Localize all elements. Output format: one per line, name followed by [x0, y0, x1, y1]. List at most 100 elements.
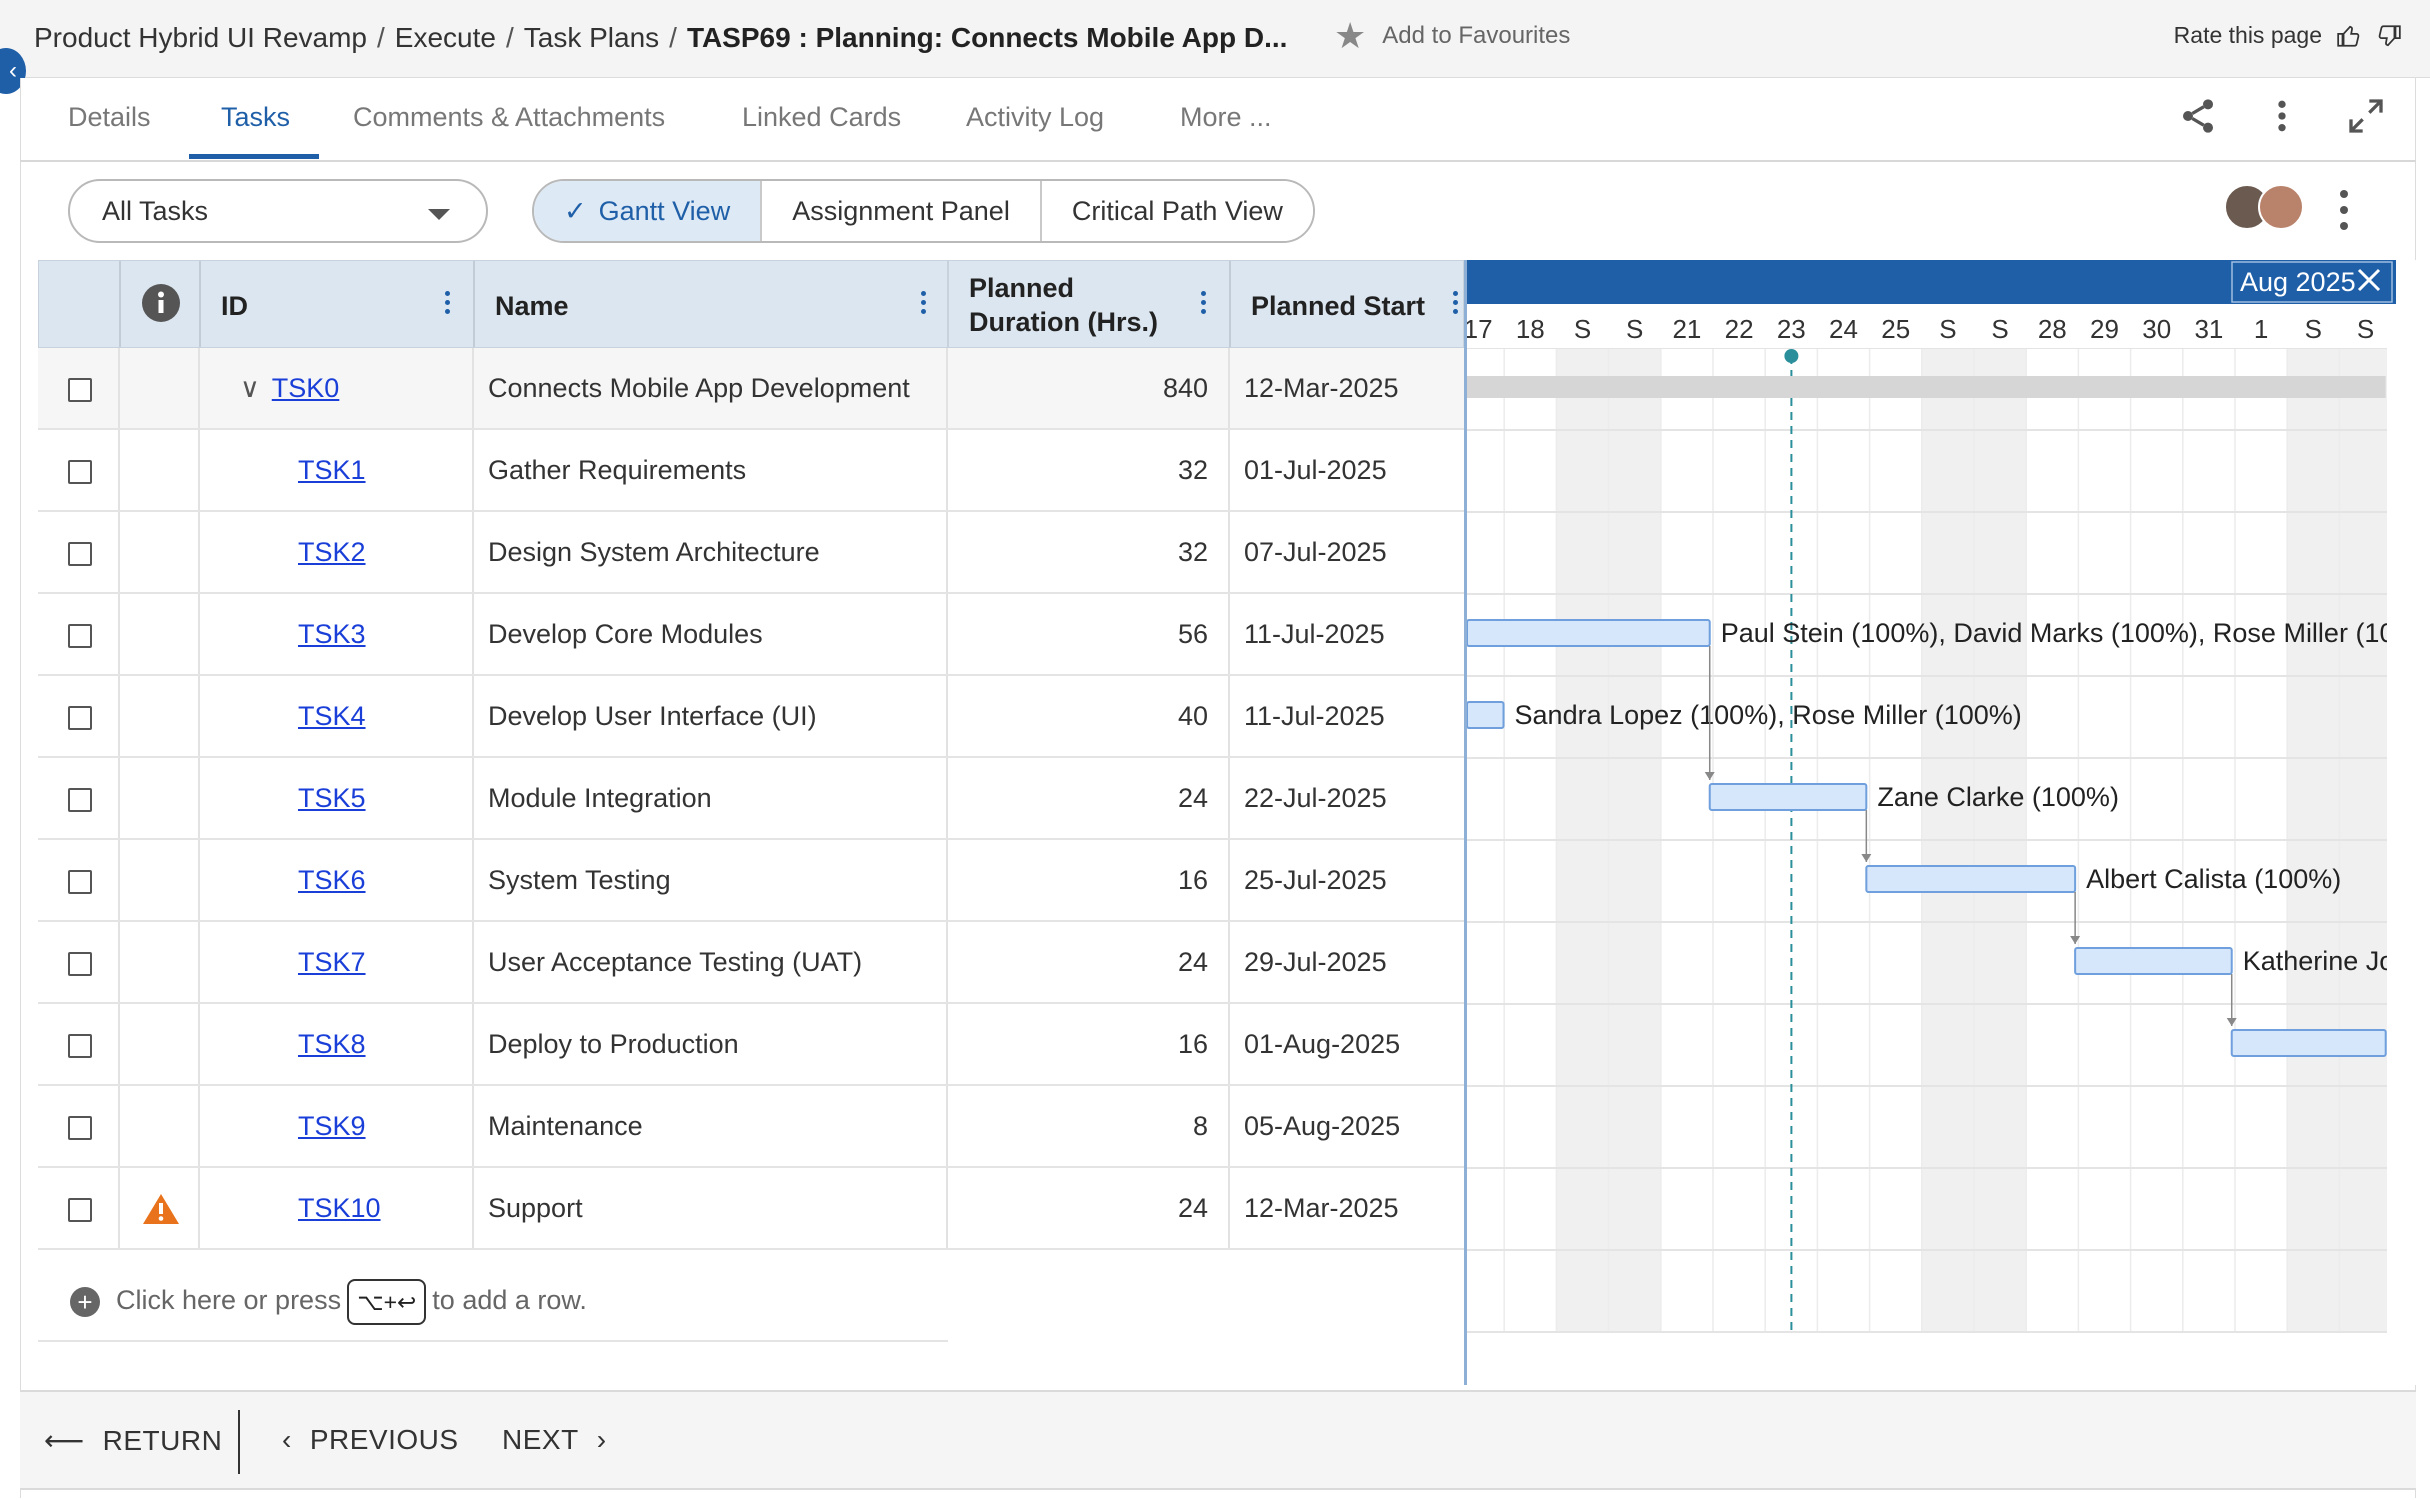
row-start-cell[interactable]: 22-Jul-2025	[1230, 758, 1464, 838]
expand-icon[interactable]	[2346, 96, 2386, 136]
row-duration-cell[interactable]: 16	[948, 840, 1230, 920]
table-row[interactable]: 24 22-Jul-2025	[948, 758, 1464, 840]
thumbs-down-icon[interactable]	[2376, 23, 2402, 49]
row-start-cell[interactable]: 05-Aug-2025	[1230, 1086, 1464, 1166]
task-id-link[interactable]: TSK5	[298, 783, 366, 813]
gantt-canvas[interactable]: Aug 2025 17 18 S S 21 22 23 24 25 S S 28 29 30 31 1 S S Pau…	[1467, 260, 2396, 1385]
return-button[interactable]: ⟵ RETURN	[44, 1424, 222, 1457]
assignee-avatars[interactable]	[2224, 184, 2308, 236]
header-planned-start[interactable]: Planned Start	[1231, 261, 1465, 347]
row-duration-cell[interactable]: 40	[948, 676, 1230, 756]
row-duration-cell[interactable]: 840	[948, 348, 1230, 428]
row-start-cell[interactable]: 12-Mar-2025	[1230, 1168, 1464, 1248]
column-menu-icon[interactable]	[1201, 291, 1207, 315]
breadcrumb-item[interactable]: Task Plans	[524, 22, 659, 53]
previous-button[interactable]: ‹ PREVIOUS	[282, 1424, 459, 1456]
task-id-link[interactable]: TSK1	[298, 455, 366, 485]
row-duration-cell[interactable]: 32	[948, 512, 1230, 592]
tab-comments-attachments[interactable]: Comments & Attachments	[353, 102, 665, 162]
row-duration-cell[interactable]: 56	[948, 594, 1230, 674]
header-id[interactable]: ID	[201, 261, 475, 347]
row-name-cell[interactable]: Develop Core Modules	[474, 594, 948, 674]
row-checkbox[interactable]	[68, 952, 92, 976]
task-id-link[interactable]: TSK0	[272, 373, 340, 403]
task-bar[interactable]	[2230, 1029, 2387, 1057]
task-id-link[interactable]: TSK6	[298, 865, 366, 895]
row-start-cell[interactable]: 29-Jul-2025	[1230, 922, 1464, 1002]
row-name-cell[interactable]: Gather Requirements	[474, 430, 948, 510]
task-id-link[interactable]: TSK7	[298, 947, 366, 977]
table-row[interactable]: TSK3 Develop Core Modules	[38, 594, 948, 676]
tab-details[interactable]: Details	[68, 102, 151, 162]
row-start-cell[interactable]: 01-Aug-2025	[1230, 1004, 1464, 1084]
share-icon[interactable]	[2178, 96, 2218, 136]
table-row[interactable]: 24 29-Jul-2025	[948, 922, 1464, 1004]
row-checkbox[interactable]	[68, 788, 92, 812]
table-row[interactable]: TSK8 Deploy to Production	[38, 1004, 948, 1086]
row-checkbox[interactable]	[68, 1034, 92, 1058]
row-checkbox[interactable]	[68, 460, 92, 484]
critical-path-view-button[interactable]: Critical Path View	[1041, 181, 1313, 241]
table-row[interactable]: TSK10 Support	[38, 1168, 948, 1250]
add-row-hint[interactable]: + Click here or press ⌥+↩ to add a row.	[38, 1260, 948, 1342]
task-bar[interactable]	[1708, 783, 1868, 811]
row-duration-cell[interactable]: 32	[948, 430, 1230, 510]
row-name-cell[interactable]: Deploy to Production	[474, 1004, 948, 1084]
row-duration-cell[interactable]: 24	[948, 922, 1230, 1002]
row-checkbox[interactable]	[68, 378, 92, 402]
add-to-favourites-button[interactable]: ★ Add to Favourites	[1334, 18, 1570, 54]
table-row[interactable]: 32 01-Jul-2025	[948, 430, 1464, 512]
table-row[interactable]: TSK2 Design System Architecture	[38, 512, 948, 594]
row-name-cell[interactable]: Module Integration	[474, 758, 948, 838]
table-row[interactable]: ∨ TSK0 Connects Mobile App Development	[38, 348, 948, 430]
row-start-cell[interactable]: 11-Jul-2025	[1230, 594, 1464, 674]
row-checkbox[interactable]	[68, 624, 92, 648]
row-name-cell[interactable]: Design System Architecture	[474, 512, 948, 592]
row-duration-cell[interactable]: 8	[948, 1086, 1230, 1166]
task-id-link[interactable]: TSK4	[298, 701, 366, 731]
table-row[interactable]: 16 25-Jul-2025	[948, 840, 1464, 922]
row-name-cell[interactable]: Connects Mobile App Development	[474, 348, 948, 428]
task-id-link[interactable]: TSK8	[298, 1029, 366, 1059]
column-menu-icon[interactable]	[445, 291, 451, 315]
task-id-link[interactable]: TSK10	[298, 1193, 381, 1223]
task-bar[interactable]	[1467, 701, 1505, 729]
row-name-cell[interactable]: Support	[474, 1168, 948, 1248]
table-row[interactable]: TSK6 System Testing	[38, 840, 948, 922]
tab-tasks[interactable]: Tasks	[221, 102, 290, 162]
more-vertical-icon[interactable]	[2262, 96, 2302, 136]
table-row[interactable]: TSK7 User Acceptance Testing (UAT)	[38, 922, 948, 1004]
table-row[interactable]: 32 07-Jul-2025	[948, 512, 1464, 594]
row-name-cell[interactable]: Maintenance	[474, 1086, 948, 1166]
table-row[interactable]: 840 12-Mar-2025	[948, 348, 1464, 430]
row-start-cell[interactable]: 12-Mar-2025	[1230, 348, 1464, 428]
task-bar[interactable]	[1865, 865, 2077, 893]
table-row[interactable]: 24 12-Mar-2025	[948, 1168, 1464, 1250]
task-filter-select[interactable]: All Tasks	[68, 179, 488, 243]
row-start-cell[interactable]: 25-Jul-2025	[1230, 840, 1464, 920]
breadcrumb-item[interactable]: Product Hybrid UI Revamp	[34, 22, 367, 53]
toolbar-more-button[interactable]	[2334, 184, 2354, 236]
row-name-cell[interactable]: Develop User Interface (UI)	[474, 676, 948, 756]
row-name-cell[interactable]: User Acceptance Testing (UAT)	[474, 922, 948, 1002]
row-start-cell[interactable]: 07-Jul-2025	[1230, 512, 1464, 592]
gantt-view-button[interactable]: ✓ Gantt View	[534, 181, 763, 241]
tab-linked-cards[interactable]: Linked Cards	[742, 102, 901, 162]
table-row[interactable]: 40 11-Jul-2025	[948, 676, 1464, 758]
row-checkbox[interactable]	[68, 870, 92, 894]
thumbs-up-icon[interactable]	[2336, 23, 2362, 49]
assignment-panel-button[interactable]: Assignment Panel	[762, 181, 1042, 241]
row-checkbox[interactable]	[68, 1116, 92, 1140]
row-checkbox[interactable]	[68, 542, 92, 566]
table-row[interactable]: 8 05-Aug-2025	[948, 1086, 1464, 1168]
task-id-link[interactable]: TSK2	[298, 537, 366, 567]
tab-more[interactable]: More ...	[1180, 102, 1272, 162]
task-bar[interactable]	[1467, 619, 1711, 647]
column-menu-icon[interactable]	[921, 291, 927, 315]
header-name[interactable]: Name	[475, 261, 949, 347]
table-row[interactable]: TSK1 Gather Requirements	[38, 430, 948, 512]
table-row[interactable]: TSK5 Module Integration	[38, 758, 948, 840]
next-button[interactable]: NEXT ›	[502, 1424, 607, 1456]
column-menu-icon[interactable]	[1453, 291, 1459, 315]
header-planned-duration[interactable]: Planned Duration (Hrs.)	[949, 261, 1231, 347]
